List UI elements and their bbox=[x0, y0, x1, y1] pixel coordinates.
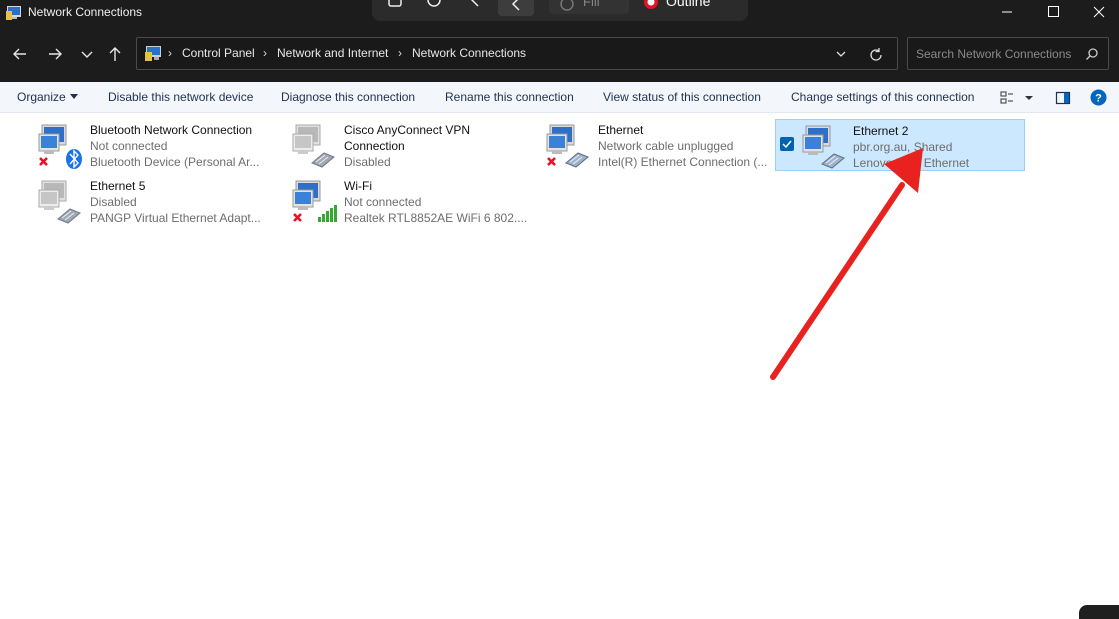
view-options-icon[interactable] bbox=[999, 90, 1037, 106]
connection-name: Cisco AnyConnect VPN bbox=[344, 123, 471, 137]
vpn-disabled-icon bbox=[292, 124, 335, 168]
connection-status: Network cable unplugged bbox=[598, 139, 734, 153]
fill-icon bbox=[560, 0, 574, 11]
disable-device-button[interactable]: Disable this network device bbox=[108, 90, 253, 104]
forward-arrow-icon[interactable] bbox=[43, 42, 67, 66]
connection-item-ethernet[interactable]: Ethernet Network cable unplugged Intel(R… bbox=[544, 119, 794, 171]
freeform-mode-icon[interactable] bbox=[426, 0, 442, 14]
close-button[interactable] bbox=[1076, 0, 1119, 26]
ethernet-disabled-icon bbox=[38, 180, 81, 224]
connection-text: Ethernet 5 Disabled PANGP Virtual Ethern… bbox=[90, 178, 280, 226]
taskbar-corner bbox=[1079, 605, 1119, 619]
connection-device: Realtek RTL8852AE WiFi 6 802.... bbox=[344, 211, 528, 225]
connection-name: Bluetooth Network Connection bbox=[90, 123, 253, 137]
connection-text: Wi-Fi Not connected Realtek RTL8852AE Wi… bbox=[344, 178, 534, 226]
minimize-button[interactable] bbox=[984, 0, 1030, 26]
connection-status: Not connected bbox=[344, 195, 422, 209]
outline-icon bbox=[644, 0, 658, 9]
checkmark-icon bbox=[782, 140, 792, 149]
bluetooth-network-icon bbox=[38, 124, 82, 169]
change-settings-button[interactable]: Change settings of this connection bbox=[791, 90, 974, 104]
fill-label: Fill bbox=[583, 0, 600, 9]
navigation-bar: › Control Panel › Network and Internet ›… bbox=[0, 26, 1119, 82]
connection-status: Not connected bbox=[90, 139, 168, 153]
connection-name: Ethernet 5 bbox=[90, 179, 146, 193]
search-box[interactable] bbox=[907, 37, 1109, 70]
help-icon[interactable]: ? bbox=[1090, 89, 1107, 106]
wifi-network-icon bbox=[292, 180, 337, 222]
snipping-overlay-toolbar: Fill Outline bbox=[372, 0, 748, 21]
control-panel-icon bbox=[145, 46, 161, 61]
outline-label: Outline bbox=[666, 0, 711, 9]
fill-dropdown[interactable]: Fill bbox=[549, 0, 629, 14]
window-mode-button[interactable] bbox=[498, 0, 534, 16]
preview-pane-icon[interactable] bbox=[1055, 90, 1071, 106]
breadcrumb-separator[interactable]: › bbox=[398, 46, 402, 60]
search-icon[interactable] bbox=[1085, 47, 1099, 61]
network-connections-app-icon bbox=[6, 6, 21, 20]
breadcrumb-separator[interactable]: › bbox=[263, 46, 267, 60]
connection-text: Ethernet Network cable unplugged Intel(R… bbox=[598, 122, 788, 170]
breadcrumb-network-connections[interactable]: Network Connections bbox=[412, 46, 526, 60]
ethernet-unplugged-icon bbox=[546, 124, 589, 168]
command-bar: Organize Disable this network device Dia… bbox=[0, 82, 1119, 113]
connection-name: Ethernet bbox=[598, 123, 644, 137]
connection-item-wifi[interactable]: Wi-Fi Not connected Realtek RTL8852AE Wi… bbox=[290, 175, 540, 227]
window-title: Network Connections bbox=[28, 5, 143, 19]
chevron-left-icon bbox=[511, 0, 520, 11]
organize-label: Organize bbox=[17, 90, 66, 104]
chevron-down-icon[interactable] bbox=[75, 42, 99, 66]
address-bar[interactable]: › Control Panel › Network and Internet ›… bbox=[136, 37, 898, 70]
connection-item-bluetooth[interactable]: Bluetooth Network Connection Not connect… bbox=[36, 119, 286, 171]
organize-button[interactable]: Organize bbox=[17, 90, 78, 104]
connections-list: Bluetooth Network Connection Not connect… bbox=[0, 113, 1119, 619]
connection-name-line2: Connection bbox=[344, 139, 405, 153]
up-arrow-icon[interactable] bbox=[103, 42, 127, 66]
connection-device: Bluetooth Device (Personal Ar... bbox=[90, 155, 260, 169]
title-bar: Network Connections Fill Outline bbox=[0, 0, 1119, 26]
view-status-button[interactable]: View status of this connection bbox=[603, 90, 761, 104]
breadcrumb-network-and-internet[interactable]: Network and Internet bbox=[277, 46, 388, 60]
chevron-down-icon[interactable] bbox=[834, 48, 848, 60]
connection-status: pbr.org.au, Shared bbox=[853, 140, 953, 154]
refresh-icon[interactable] bbox=[866, 45, 886, 65]
ethernet-connected-icon bbox=[802, 125, 845, 169]
back-arrow-icon[interactable] bbox=[8, 42, 32, 66]
connection-device: PANGP Virtual Ethernet Adapt... bbox=[90, 211, 261, 225]
breadcrumb-control-panel[interactable]: Control Panel bbox=[182, 46, 255, 60]
connection-name: Wi-Fi bbox=[344, 179, 372, 193]
connection-name: Ethernet 2 bbox=[853, 124, 909, 138]
connection-status: Disabled bbox=[344, 155, 391, 169]
rectangle-mode-icon[interactable] bbox=[388, 0, 402, 14]
search-input[interactable] bbox=[916, 46, 1081, 62]
connection-item-cisco-vpn[interactable]: Cisco AnyConnect VPN Connection Disabled bbox=[290, 119, 540, 171]
outline-dropdown[interactable]: Outline bbox=[640, 0, 734, 14]
diagnose-connection-button[interactable]: Diagnose this connection bbox=[281, 90, 415, 104]
connection-device: Lenovo USB Ethernet bbox=[853, 156, 970, 170]
connection-text: Cisco AnyConnect VPN Connection Disabled bbox=[344, 122, 534, 170]
caret-down-icon bbox=[69, 94, 78, 100]
selection-checkbox[interactable] bbox=[780, 137, 794, 151]
connection-text: Bluetooth Network Connection Not connect… bbox=[90, 122, 280, 170]
svg-text:?: ? bbox=[1095, 93, 1102, 105]
breadcrumb-separator[interactable]: › bbox=[168, 46, 172, 60]
connection-item-ethernet-5[interactable]: Ethernet 5 Disabled PANGP Virtual Ethern… bbox=[36, 175, 286, 227]
connection-text: Ethernet 2 pbr.org.au, Shared Lenovo USB… bbox=[853, 123, 1043, 171]
connection-device: Intel(R) Ethernet Connection (... bbox=[598, 155, 768, 169]
connection-status: Disabled bbox=[90, 195, 137, 209]
chevron-left-icon[interactable] bbox=[468, 0, 482, 14]
connection-item-ethernet-2[interactable]: Ethernet 2 pbr.org.au, Shared Lenovo USB… bbox=[775, 119, 1025, 171]
maximize-button[interactable] bbox=[1030, 0, 1076, 26]
rename-connection-button[interactable]: Rename this connection bbox=[445, 90, 574, 104]
